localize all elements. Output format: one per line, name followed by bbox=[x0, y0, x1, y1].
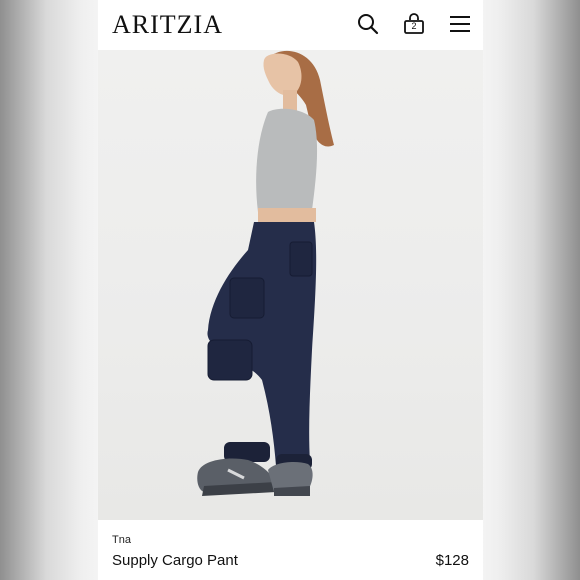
search-icon[interactable] bbox=[356, 12, 380, 36]
product-image[interactable] bbox=[98, 50, 483, 520]
hamburger-menu-icon[interactable] bbox=[448, 12, 472, 36]
product-info: Tna Supply Cargo Pant $128 bbox=[98, 520, 483, 580]
brand-logo[interactable]: ARITZIA bbox=[112, 9, 223, 41]
product-screen: ARITZIA 2 Tna Supply Cargo Pant $128 bbox=[98, 0, 483, 580]
bag-count-badge: 2 bbox=[411, 21, 417, 31]
model-photo-illustration bbox=[197, 50, 334, 496]
top-nav-bar: ARITZIA 2 bbox=[98, 0, 483, 50]
product-brand: Tna bbox=[112, 534, 131, 546]
shopping-bag-icon[interactable]: 2 bbox=[402, 12, 426, 36]
product-name[interactable]: Supply Cargo Pant bbox=[112, 552, 238, 569]
product-price: $128 bbox=[435, 552, 469, 569]
